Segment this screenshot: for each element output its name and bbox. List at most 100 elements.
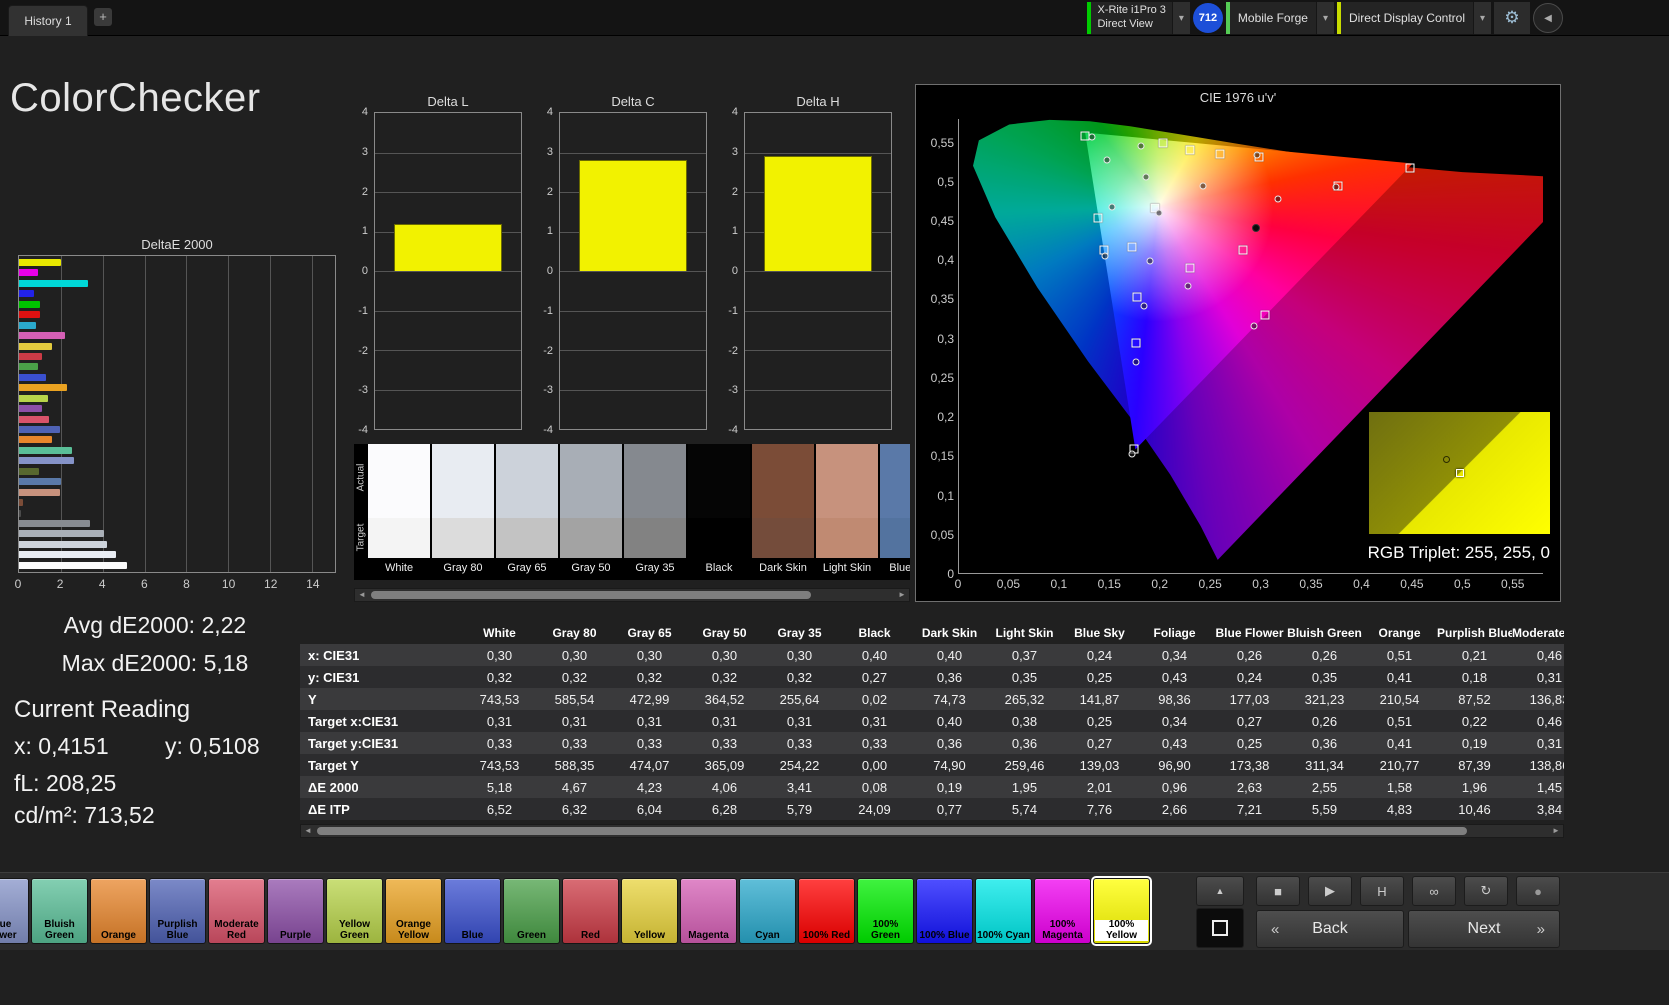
patch-button-100-red[interactable]: 100% Red bbox=[798, 878, 855, 944]
delta-gridline bbox=[375, 271, 521, 272]
patch-button-100-yellow[interactable]: 100% Yellow bbox=[1091, 876, 1152, 946]
deltae-bar-cyan bbox=[19, 321, 36, 329]
scroll-left-icon[interactable]: ◄ bbox=[355, 589, 369, 601]
record-button[interactable]: ● bbox=[1516, 876, 1560, 906]
meter-selector[interactable]: X-Rite i1Pro 3 Direct View ▾ bbox=[1087, 2, 1190, 34]
table-cell: 74,73 bbox=[933, 691, 966, 707]
play-button[interactable]: ▶ bbox=[1308, 876, 1352, 906]
cie-xtick: 0,05 bbox=[996, 577, 1021, 591]
delta-h-title: Delta H bbox=[796, 94, 840, 109]
chevron-down-icon[interactable]: ▾ bbox=[1315, 2, 1334, 34]
deltae-bar-white bbox=[19, 561, 128, 569]
collapse-panel-button[interactable]: ◀ bbox=[1533, 3, 1563, 33]
chevron-down-icon[interactable]: ▾ bbox=[1473, 2, 1491, 34]
delta-ytick: -1 bbox=[543, 304, 553, 317]
cie-panel: CIE 1976 u'v' RGB Triplet: 255, 255, 0 0… bbox=[915, 84, 1561, 602]
cie-measured-point bbox=[1184, 282, 1192, 290]
chevron-right-icon: » bbox=[1536, 920, 1545, 938]
patch-button-label: Green bbox=[517, 929, 546, 941]
table-cell: 0,31 bbox=[1536, 735, 1563, 751]
patch-button-green[interactable]: Green bbox=[503, 878, 560, 944]
tab-history-1[interactable]: History 1 bbox=[8, 5, 88, 36]
pattern-window-button[interactable] bbox=[1196, 908, 1244, 948]
cie-measured-point bbox=[1137, 142, 1145, 150]
table-cell: 87,39 bbox=[1458, 757, 1491, 773]
patch-button-purplish-blue[interactable]: Purplish Blue bbox=[149, 878, 206, 944]
patch-button-label: 100% Red bbox=[802, 929, 851, 941]
table-cell: 7,21 bbox=[1236, 801, 1263, 817]
table-cell: 139,03 bbox=[1079, 757, 1120, 773]
deltae-bar-gray-35 bbox=[19, 519, 91, 527]
patch-button-red[interactable]: Red bbox=[562, 878, 619, 944]
patch-button-100-cyan[interactable]: 100% Cyan bbox=[975, 878, 1032, 944]
back-button[interactable]: « Back bbox=[1256, 910, 1404, 948]
patch-button-moderate-red[interactable]: Moderate Red bbox=[208, 878, 265, 944]
patch-button-cyan[interactable]: Cyan bbox=[739, 878, 796, 944]
swatch-actual-color bbox=[688, 444, 750, 518]
add-tab-button[interactable]: + bbox=[94, 8, 112, 26]
table-col-header: Gray 35 bbox=[777, 626, 822, 640]
patch-button-yellow-green[interactable]: Yellow Green bbox=[326, 878, 383, 944]
patch-button-orange[interactable]: Orange bbox=[90, 878, 147, 944]
table-cell: 0,77 bbox=[936, 801, 963, 817]
table-cell: 0,30 bbox=[711, 647, 738, 663]
table-cell: 5,79 bbox=[786, 801, 813, 817]
swatch-scrollbar[interactable]: ◄ ► bbox=[354, 588, 910, 602]
scroll-right-icon[interactable]: ► bbox=[1549, 825, 1563, 837]
patch-button-label: Purple bbox=[279, 929, 312, 941]
scroll-right-icon[interactable]: ► bbox=[895, 589, 909, 601]
repeat-button[interactable]: ↻ bbox=[1464, 876, 1508, 906]
cie-filled-point bbox=[1252, 223, 1261, 232]
table-cell: 1,96 bbox=[1461, 779, 1488, 795]
stop-button[interactable]: ■ bbox=[1256, 876, 1300, 906]
table-col-header: Light Skin bbox=[995, 626, 1054, 640]
patch-button-label: 100% Yellow bbox=[1095, 919, 1148, 941]
expand-patterns-button[interactable]: ▲ bbox=[1196, 876, 1244, 906]
pause-button[interactable]: H bbox=[1360, 876, 1404, 906]
delta-ytick: -2 bbox=[358, 344, 368, 357]
scrollbar-thumb[interactable] bbox=[371, 591, 811, 599]
patch-button-100-blue[interactable]: 100% Blue bbox=[916, 878, 973, 944]
continuous-button[interactable]: ∞ bbox=[1412, 876, 1456, 906]
swatch-gray-35: Gray 35 bbox=[624, 444, 686, 580]
rgb-triplet-label: RGB Triplet: 255, 255, 0 bbox=[1367, 543, 1550, 562]
swatch-target-color bbox=[496, 518, 558, 558]
deltae-bar-100-cyan bbox=[19, 279, 88, 287]
table-cell: 0,31 bbox=[861, 713, 888, 729]
play-icon: ▶ bbox=[1325, 883, 1335, 898]
patch-button-blue[interactable]: Blue bbox=[444, 878, 501, 944]
next-button[interactable]: Next » bbox=[1408, 910, 1560, 948]
patch-button-purple[interactable]: Purple bbox=[267, 878, 324, 944]
cie-ytick: 0,5 bbox=[937, 174, 954, 189]
cie-measured-point bbox=[1250, 322, 1258, 330]
chevron-down-icon[interactable]: ▾ bbox=[1171, 2, 1190, 34]
back-label: Back bbox=[1312, 920, 1348, 937]
status-badge: 712 bbox=[1192, 3, 1223, 33]
cie-measured-point bbox=[1142, 173, 1150, 181]
delta-gridline bbox=[745, 271, 891, 272]
swatch-label: Gray 35 bbox=[635, 562, 675, 574]
patch-button-100-green[interactable]: 100% Green bbox=[857, 878, 914, 944]
swatch-white: White bbox=[368, 444, 430, 580]
patch-button-100-magenta[interactable]: 100% Magenta bbox=[1034, 878, 1091, 944]
table-cell: 0,40 bbox=[936, 647, 963, 663]
patch-button-yellow[interactable]: Yellow bbox=[621, 878, 678, 944]
table-cell: 265,32 bbox=[1004, 691, 1045, 707]
patch-button-blue-flower[interactable]: Blue Flower bbox=[0, 878, 29, 944]
target-row-label: Target bbox=[355, 523, 367, 552]
deltae-xtick: 2 bbox=[56, 577, 64, 591]
scroll-left-icon[interactable]: ◄ bbox=[301, 825, 315, 837]
pattern-source-selector[interactable]: Mobile Forge ▾ bbox=[1225, 2, 1334, 34]
delta-ytick: 0 bbox=[361, 265, 368, 277]
patch-button-magenta[interactable]: Magenta bbox=[680, 878, 737, 944]
display-control-selector[interactable]: Direct Display Control ▾ bbox=[1336, 2, 1491, 34]
scrollbar-thumb[interactable] bbox=[317, 827, 1467, 835]
table-scrollbar[interactable]: ◄ ► bbox=[300, 824, 1564, 838]
cie-measured-point bbox=[1132, 358, 1140, 366]
settings-button[interactable]: ⚙ bbox=[1494, 2, 1530, 34]
patch-button-orange-yellow[interactable]: Orange Yellow bbox=[385, 878, 442, 944]
table-cell: 173,38 bbox=[1229, 757, 1270, 773]
table-cell: 1,45 bbox=[1536, 779, 1563, 795]
table-cell: 0,19 bbox=[1461, 735, 1488, 751]
patch-button-bluish-green[interactable]: Bluish Green bbox=[31, 878, 88, 944]
